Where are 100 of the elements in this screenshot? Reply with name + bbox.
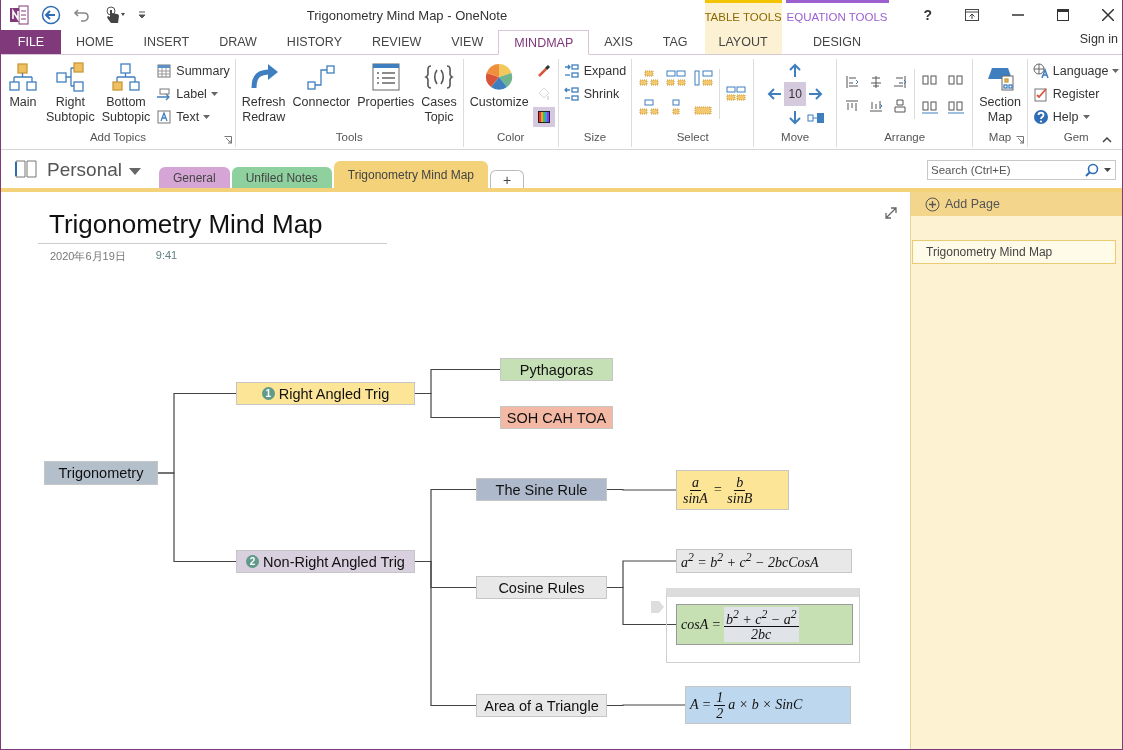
topic-text: The Sine Rule [495, 481, 588, 498]
caret-icon [1112, 69, 1120, 73]
ribbon-button[interactable]: Text [154, 107, 232, 127]
ribbon-button[interactable]: Cases Topic [418, 59, 460, 125]
color-tool-button[interactable] [532, 107, 555, 127]
dialog-launcher-icon[interactable] [223, 136, 232, 144]
ribbon-button[interactable]: Help [1030, 107, 1122, 127]
denominator: sinA [682, 490, 709, 506]
ribbon-tab[interactable]: MINDMAP [498, 30, 590, 55]
ribbon-button[interactable]: Section Map [976, 59, 1024, 125]
select-layout-icon[interactable] [693, 70, 714, 89]
ribbon-button[interactable]: Label [154, 84, 232, 104]
ribbon-tab[interactable]: DRAW [204, 30, 272, 54]
equation-topic[interactable]: cosA = b$^{2}$ + c$^{2}$ − a$^{2}$ 2bc [676, 604, 853, 645]
topic-text: Area of a Triangle [484, 697, 599, 714]
ribbon-button[interactable]: Bottom Subtopic [98, 59, 154, 125]
mind-map-topic[interactable]: The Sine Rule [476, 478, 607, 501]
align-icon[interactable] [844, 98, 861, 114]
touch-hand-icon[interactable] [103, 5, 125, 25]
ribbon-button[interactable]: Shrink [561, 84, 629, 104]
align-icon[interactable] [844, 74, 861, 90]
denominator: sinB [726, 490, 754, 506]
add-page-button[interactable]: Add Page [911, 192, 1122, 216]
group-label: Select [676, 131, 709, 143]
align-icon[interactable] [947, 99, 966, 115]
search-field[interactable]: Search (Ctrl+E) [927, 160, 1116, 180]
sign-in-link[interactable]: Sign in [1079, 24, 1122, 54]
ribbon-tab[interactable]: REVIEW [356, 30, 437, 54]
caret-icon [210, 92, 218, 96]
section-tab[interactable]: Trigonometry Mind Map [333, 161, 488, 188]
dialog-launcher-icon[interactable] [1015, 136, 1024, 144]
selection-marker-icon[interactable] [651, 600, 665, 614]
notebook-logo-icon [9, 5, 29, 25]
arrow-down-icon[interactable] [789, 111, 802, 125]
ribbon-tab[interactable]: AXIS [589, 30, 648, 54]
topic-text: SOH CAH TOA [506, 409, 607, 426]
arrow-right-icon[interactable] [809, 88, 824, 100]
math-text: = [712, 482, 723, 498]
ribbon-button[interactable]: Customize [466, 59, 532, 110]
ribbon-tab[interactable]: VIEW [436, 30, 499, 54]
maximize-icon[interactable] [1057, 9, 1069, 21]
priority-badge: 2 [246, 555, 260, 568]
section-tab[interactable]: General [159, 167, 230, 188]
mind-map-topic[interactable]: SOH CAH TOA [500, 406, 613, 429]
ribbon-tab[interactable]: INSERT [128, 30, 205, 54]
page-list-item[interactable]: Trigonometry Mind Map [912, 240, 1116, 264]
ribbon-button[interactable]: Expand [561, 61, 629, 81]
notebook-icon[interactable] [14, 159, 38, 179]
ribbon-button[interactable]: Language [1030, 61, 1122, 81]
align-icon[interactable] [892, 98, 909, 114]
subtopic-tree-icon [54, 61, 87, 93]
align-icon[interactable] [868, 98, 885, 114]
add-section-tab[interactable]: + [490, 170, 525, 188]
ribbon-tab[interactable]: HOME [61, 30, 129, 54]
step-field[interactable]: 10 [784, 82, 807, 106]
mind-map-topic[interactable]: Pythagoras [500, 358, 613, 381]
plus-circle-icon [925, 196, 940, 212]
mind-map-topic[interactable]: 2 Non-Right Angled Trig [236, 550, 415, 573]
mind-map-topic[interactable]: Cosine Rules [476, 576, 607, 599]
ribbon-tab[interactable]: FILE [1, 30, 61, 54]
arrow-up-icon[interactable] [789, 63, 802, 77]
node-fit-icon[interactable] [807, 112, 826, 124]
close-icon[interactable] [1102, 9, 1114, 21]
page-title[interactable]: Trigonometry Mind Map [38, 209, 387, 244]
help-button[interactable]: ? [923, 7, 932, 23]
align-icon[interactable] [892, 74, 909, 90]
notebook-selector[interactable]: Personal [47, 159, 122, 181]
mind-map-topic[interactable]: Area of a Triangle [476, 694, 607, 717]
ribbon-display-icon[interactable] [965, 9, 979, 21]
undo-icon[interactable] [73, 6, 91, 24]
ribbon-button[interactable]: Summary [154, 61, 232, 81]
ribbon-button[interactable]: Connector [289, 59, 354, 110]
group-label: Size [583, 131, 607, 143]
group-label: Color [496, 131, 525, 143]
ribbon-button[interactable]: Refresh Redraw [238, 59, 289, 125]
ribbon-tab[interactable]: TAG [647, 30, 703, 54]
expand-page-icon[interactable] [885, 207, 897, 219]
context-tab-header: EQUATION TOOLS [785, 0, 889, 30]
align-icon[interactable] [921, 99, 940, 115]
denominator: 2bc [750, 627, 773, 643]
mind-map-topic[interactable]: 1 Right Angled Trig [236, 382, 415, 405]
customize-toolbar-icon[interactable] [137, 9, 147, 21]
collapse-ribbon-icon[interactable] [1102, 137, 1112, 143]
ribbon-button[interactable]: Right Subtopic [43, 59, 98, 125]
ribbon-button[interactable]: Register [1030, 84, 1122, 104]
denominator: 2 [715, 705, 725, 721]
topic-text: Trigonometry [58, 465, 144, 481]
arrow-left-icon[interactable] [767, 88, 782, 100]
numerator: b [734, 474, 746, 491]
caret-icon[interactable] [129, 168, 141, 175]
ribbon-button[interactable]: Main [4, 59, 42, 110]
equation-topic[interactable]: a$^{2}$ = b$^{2}$ + c$^{2}$ − 2bcCosA [676, 549, 852, 573]
ribbon-tab[interactable]: DESIGN [785, 30, 889, 54]
ribbon-tab[interactable]: LAYOUT [704, 30, 782, 54]
ribbon-button[interactable]: Properties [354, 59, 418, 110]
ribbon-tab[interactable]: HISTORY [271, 30, 357, 54]
select-layout-icon[interactable] [666, 70, 687, 89]
expand-icon [563, 63, 580, 79]
mind-map-topic[interactable]: Trigonometry [44, 461, 158, 485]
section-tab[interactable]: Unfiled Notes [231, 167, 332, 188]
